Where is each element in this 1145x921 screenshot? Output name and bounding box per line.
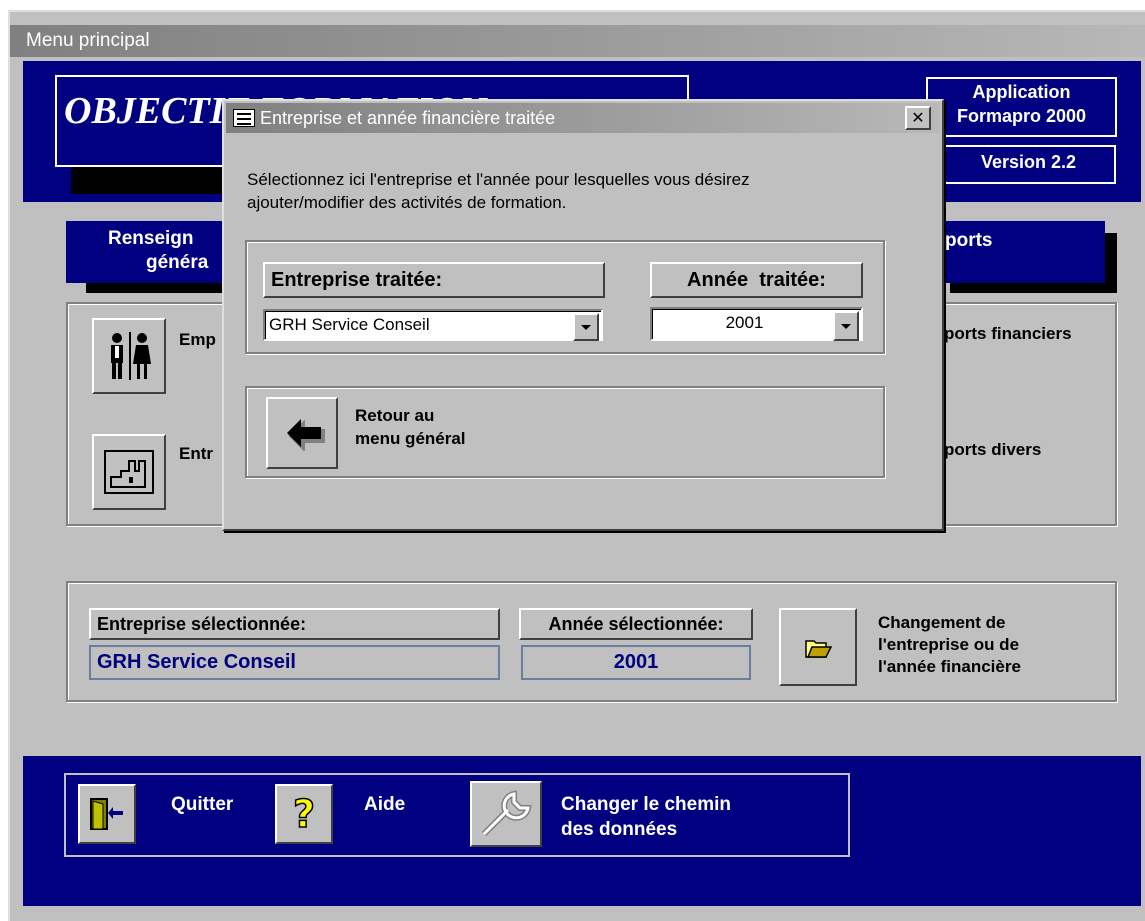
employees-label: Emp: [179, 330, 216, 349]
people-icon: [111, 332, 151, 380]
selected-company-label: Entreprise sélectionnée:: [89, 608, 500, 640]
app-info-line2: Formapro 2000: [956, 106, 1087, 126]
company-dropdown-value: GRH Service Conseil: [269, 315, 430, 334]
quit-label: Quitter: [171, 794, 234, 815]
window-title: Menu principal: [10, 25, 1145, 57]
help-button[interactable]: ?: [275, 784, 333, 844]
change-path-line2: des données: [561, 819, 678, 840]
close-icon: ✕: [911, 108, 925, 127]
change-selection-line1: Changement de: [878, 613, 1006, 632]
return-button[interactable]: [266, 397, 338, 469]
wrench-icon: [481, 790, 532, 837]
back-arrow-icon: [287, 419, 325, 451]
change-selection-line2: l'entreprise ou de: [878, 635, 1020, 654]
year-dropdown-value: 2001: [725, 313, 764, 332]
companies-label: Entr: [179, 444, 213, 463]
left-section-header-line2: généra: [146, 252, 209, 273]
right-section-header-label: ports: [945, 230, 993, 251]
dialog-company-label: Entreprise traitée:: [263, 262, 605, 298]
app-info-line1: Application: [972, 82, 1071, 102]
door-exit-icon: [90, 798, 123, 830]
dialog-instruction-line2: ajouter/modifier des activités de format…: [247, 193, 567, 212]
year-dropdown-button[interactable]: [833, 311, 859, 341]
financial-reports-label[interactable]: ports financiers: [944, 324, 1072, 344]
selected-company-value: GRH Service Conseil: [89, 645, 500, 680]
employees-button[interactable]: [92, 318, 166, 394]
help-label: Aide: [364, 794, 406, 815]
dialog-close-button[interactable]: ✕: [905, 106, 931, 130]
other-reports-label[interactable]: ports divers: [944, 440, 1041, 460]
selected-year-value: 2001: [521, 645, 751, 680]
dialog-year-label: Année traitée:: [650, 262, 863, 298]
company-dropdown[interactable]: GRH Service Conseil: [263, 309, 603, 341]
return-label-line1: Retour au: [355, 406, 435, 425]
return-label-line2: menu général: [355, 429, 466, 448]
year-dropdown[interactable]: 2001: [650, 307, 863, 341]
dialog-instruction-line1: Sélectionnez ici l'entreprise et l'année…: [247, 170, 750, 189]
change-selection-line3: l'année financière: [878, 657, 1021, 676]
company-dropdown-button[interactable]: [573, 313, 599, 341]
quit-button[interactable]: [78, 784, 136, 844]
form-icon: [233, 109, 255, 127]
dialog-title: Entreprise et année financière traitée: [226, 103, 940, 133]
change-selection-button[interactable]: [779, 608, 857, 686]
open-folder-icon: [805, 640, 832, 658]
dialog-return-group: [245, 386, 885, 478]
chevron-down-icon: [581, 324, 591, 330]
chevron-down-icon: [841, 323, 851, 329]
left-section-header-line1: Renseign: [108, 228, 194, 249]
question-mark-icon: ?: [292, 791, 316, 837]
selected-year-label: Année sélectionnée:: [519, 608, 753, 640]
version-label: Version 2.2: [980, 152, 1077, 172]
change-path-line1: Changer le chemin: [561, 794, 731, 815]
companies-button[interactable]: [92, 434, 166, 510]
factory-icon: [104, 450, 154, 494]
change-path-button[interactable]: [470, 781, 542, 847]
